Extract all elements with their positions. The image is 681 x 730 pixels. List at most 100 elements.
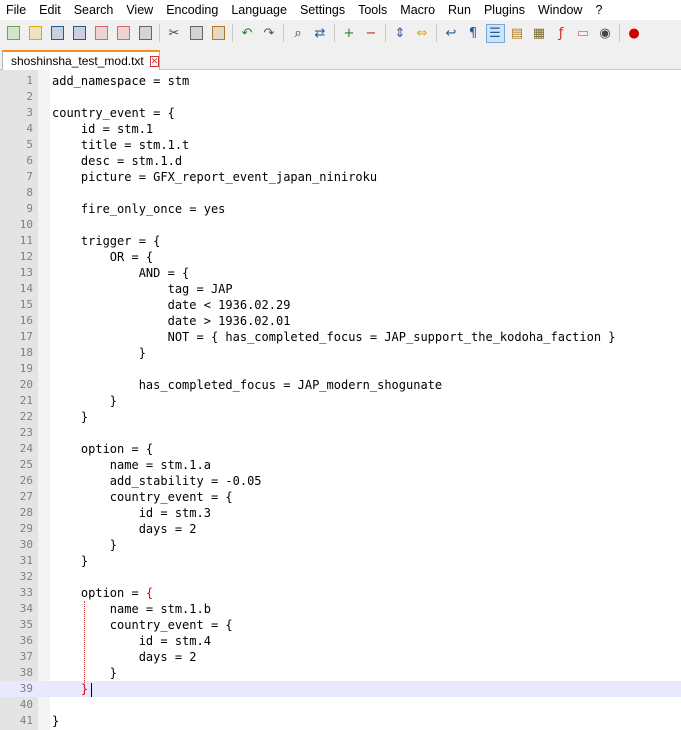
code-text: days = 2: [52, 650, 197, 664]
line-number: 32: [19, 570, 33, 583]
menu-view[interactable]: View: [120, 0, 160, 20]
code-line[interactable]: 29 days = 2: [0, 521, 681, 537]
menu-settings[interactable]: Settings: [294, 0, 352, 20]
menu-tools[interactable]: Tools: [352, 0, 394, 20]
code-line[interactable]: 27 country_event = {: [0, 489, 681, 505]
undo-icon[interactable]: ↶: [238, 24, 257, 43]
code-line[interactable]: 21 }: [0, 393, 681, 409]
line-number: 16: [19, 314, 33, 327]
code-line[interactable]: 7 picture = GFX_report_event_japan_ninir…: [0, 169, 681, 185]
code-line[interactable]: 33 option = {: [0, 585, 681, 601]
replace-icon[interactable]: ⇄: [311, 24, 330, 43]
new-file-icon[interactable]: [4, 24, 23, 43]
code-line[interactable]: 19: [0, 361, 681, 377]
line-number: 10: [19, 218, 33, 231]
word-wrap-icon[interactable]: ↩: [442, 24, 461, 43]
paste-icon[interactable]: [209, 24, 228, 43]
code-line[interactable]: 32: [0, 569, 681, 585]
code-line[interactable]: 5 title = stm.1.t: [0, 137, 681, 153]
code-line[interactable]: 1 add_namespace = stm: [0, 73, 681, 89]
monitoring-icon[interactable]: ◉: [596, 24, 615, 43]
zoom-out-icon[interactable]: −: [362, 24, 381, 43]
line-number: 7: [26, 170, 33, 183]
menu-file[interactable]: File: [0, 0, 33, 20]
code-line[interactable]: 34 name = stm.1.b: [0, 601, 681, 617]
code-line[interactable]: 28 id = stm.3: [0, 505, 681, 521]
menu-edit[interactable]: Edit: [33, 0, 68, 20]
find-icon[interactable]: ⌕: [289, 24, 308, 43]
line-number: 26: [19, 474, 33, 487]
line-number: 12: [19, 250, 33, 263]
line-number: 29: [19, 522, 33, 535]
close-all-icon[interactable]: [114, 24, 133, 43]
code-line[interactable]: 18 }: [0, 345, 681, 361]
code-line[interactable]: 8: [0, 185, 681, 201]
user-language-icon[interactable]: ▤: [508, 24, 527, 43]
code-line[interactable]: 40: [0, 697, 681, 713]
line-number: 41: [19, 714, 33, 727]
code-line[interactable]: 17 NOT = { has_completed_focus = JAP_sup…: [0, 329, 681, 345]
record-macro-icon[interactable]: ●: [625, 24, 644, 43]
code-line[interactable]: 15 date < 1936.02.29: [0, 297, 681, 313]
code-text: }: [52, 538, 118, 552]
menu-run[interactable]: Run: [442, 0, 478, 20]
document-map-icon[interactable]: ▦: [530, 24, 549, 43]
code-line[interactable]: 22 }: [0, 409, 681, 425]
code-line[interactable]: 30 }: [0, 537, 681, 553]
tab-shoshinsha-test-mod[interactable]: shoshinsha_test_mod.txt ✕: [2, 50, 160, 70]
indent-guide-icon[interactable]: ☰: [485, 23, 505, 43]
print-icon[interactable]: [136, 24, 155, 43]
menu-help[interactable]: ?: [589, 0, 609, 20]
code-line[interactable]: 31 }: [0, 553, 681, 569]
code-text: has_completed_focus = JAP_modern_shoguna…: [52, 378, 443, 392]
code-line[interactable]: 16 date > 1936.02.01: [0, 313, 681, 329]
code-line[interactable]: 37 days = 2: [0, 649, 681, 665]
code-line[interactable]: 12 OR = {: [0, 249, 681, 265]
sync-horizontal-icon[interactable]: ⇔: [413, 24, 432, 43]
code-line[interactable]: 25 name = stm.1.a: [0, 457, 681, 473]
code-line[interactable]: 41}: [0, 713, 681, 729]
line-number: 33: [19, 586, 33, 599]
code-line[interactable]: 24 option = {: [0, 441, 681, 457]
menu-plugins[interactable]: Plugins: [478, 0, 532, 20]
code-line[interactable]: 14 tag = JAP: [0, 281, 681, 297]
code-text: }: [52, 714, 60, 728]
open-file-icon[interactable]: [26, 24, 45, 43]
menu-bar: File Edit Search View Encoding Language Settin…: [0, 0, 681, 20]
menu-window[interactable]: Window: [532, 0, 589, 20]
code-line[interactable]: 39 }: [0, 681, 681, 697]
code-text: picture = GFX_report_event_japan_ninirok…: [52, 170, 378, 184]
code-line[interactable]: 9 fire_only_once = yes: [0, 201, 681, 217]
folder-workspace-icon[interactable]: ▭: [574, 24, 593, 43]
code-line[interactable]: 3 country_event = {: [0, 105, 681, 121]
code-line[interactable]: 38 }: [0, 665, 681, 681]
menu-language[interactable]: Language: [225, 0, 294, 20]
zoom-in-icon[interactable]: +: [340, 24, 359, 43]
code-line[interactable]: 36 id = stm.4: [0, 633, 681, 649]
menu-macro[interactable]: Macro: [394, 0, 442, 20]
code-line[interactable]: 6 desc = stm.1.d: [0, 153, 681, 169]
code-editor[interactable]: 1 add_namespace = stm 2 3 country_event = {4…: [0, 70, 681, 730]
sync-vertical-icon[interactable]: ⇕: [391, 24, 410, 43]
save-icon[interactable]: [48, 24, 67, 43]
function-list-icon[interactable]: ƒ: [552, 24, 571, 43]
code-line[interactable]: 23: [0, 425, 681, 441]
menu-search[interactable]: Search: [68, 0, 121, 20]
code-line[interactable]: 2: [0, 89, 681, 105]
close-tab-icon[interactable]: ✕: [149, 55, 160, 67]
close-file-icon[interactable]: [92, 24, 111, 43]
code-line[interactable]: 11 trigger = {: [0, 233, 681, 249]
code-line[interactable]: 35 country_event = {: [0, 617, 681, 633]
menu-encoding[interactable]: Encoding: [160, 0, 225, 20]
code-line[interactable]: 13 AND = {: [0, 265, 681, 281]
copy-icon[interactable]: [187, 24, 206, 43]
code-line[interactable]: 10: [0, 217, 681, 233]
cut-icon[interactable]: ✂: [165, 24, 184, 43]
code-line[interactable]: 20 has_completed_focus = JAP_modern_shog…: [0, 377, 681, 393]
save-all-icon[interactable]: [70, 24, 89, 43]
code-line[interactable]: 26 add_stability = -0.05: [0, 473, 681, 489]
code-line[interactable]: 4 id = stm.1: [0, 121, 681, 137]
redo-icon[interactable]: ↷: [260, 24, 279, 43]
toolbar-separator: [334, 24, 335, 42]
show-all-chars-icon[interactable]: ¶: [464, 24, 483, 43]
